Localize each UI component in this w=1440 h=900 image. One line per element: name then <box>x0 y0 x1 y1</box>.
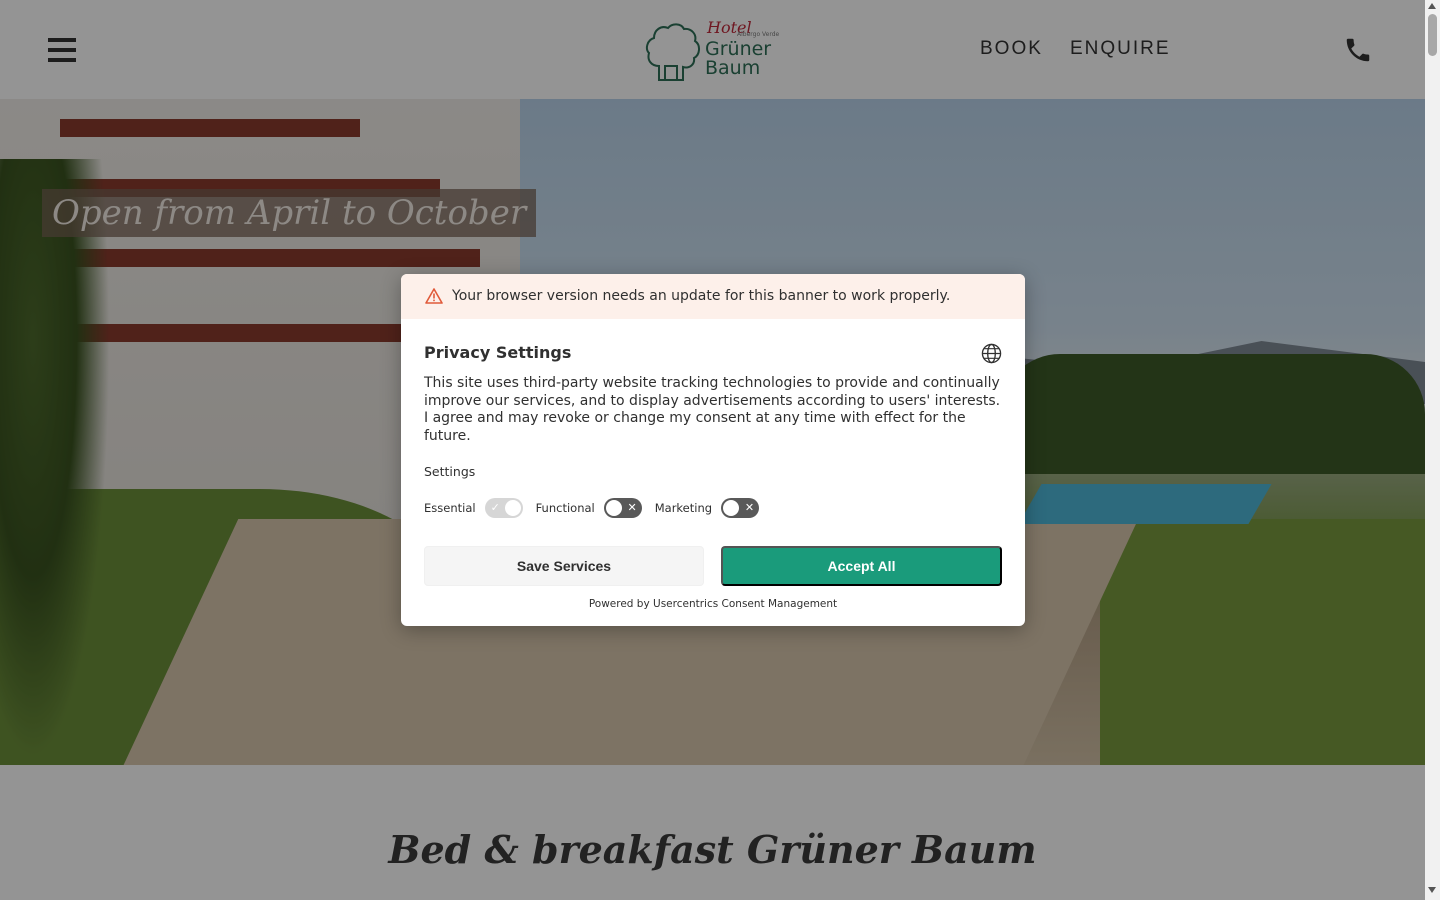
settings-heading: Settings <box>424 464 476 479</box>
scroll-down-arrow-icon[interactable] <box>1428 887 1436 893</box>
browser-warning-text: Your browser version needs an update for… <box>452 288 951 304</box>
marketing-toggle-label: Marketing <box>654 501 713 515</box>
save-services-button[interactable]: Save Services <box>424 546 704 586</box>
privacy-settings-dialog: Your browser version needs an update for… <box>401 274 1025 626</box>
service-toggles: Essential ✓ Functional ✕ Marketing ✕ <box>424 498 772 518</box>
accept-all-button[interactable]: Accept All <box>721 546 1002 586</box>
globe-language-icon[interactable] <box>981 343 1002 364</box>
page-scrollbar[interactable] <box>1425 0 1440 900</box>
scroll-thumb[interactable] <box>1428 14 1437 56</box>
marketing-toggle[interactable]: ✕ <box>721 498 760 518</box>
check-icon: ✓ <box>490 501 500 514</box>
functional-toggle-label: Functional <box>535 501 595 515</box>
essential-toggle-label: Essential <box>424 501 476 515</box>
dialog-description: This site uses third-party website track… <box>424 375 1001 444</box>
powered-by-link[interactable]: Powered by Usercentrics Consent Manageme… <box>401 598 1025 610</box>
dialog-title: Privacy Settings <box>424 343 572 362</box>
x-icon: ✕ <box>744 501 755 514</box>
browser-warning-bar: Your browser version needs an update for… <box>401 274 1025 319</box>
scroll-up-arrow-icon[interactable] <box>1428 3 1436 9</box>
functional-toggle[interactable]: ✕ <box>603 498 642 518</box>
x-icon: ✕ <box>627 501 637 514</box>
warning-triangle-icon <box>425 288 443 304</box>
essential-toggle: ✓ <box>484 498 523 518</box>
